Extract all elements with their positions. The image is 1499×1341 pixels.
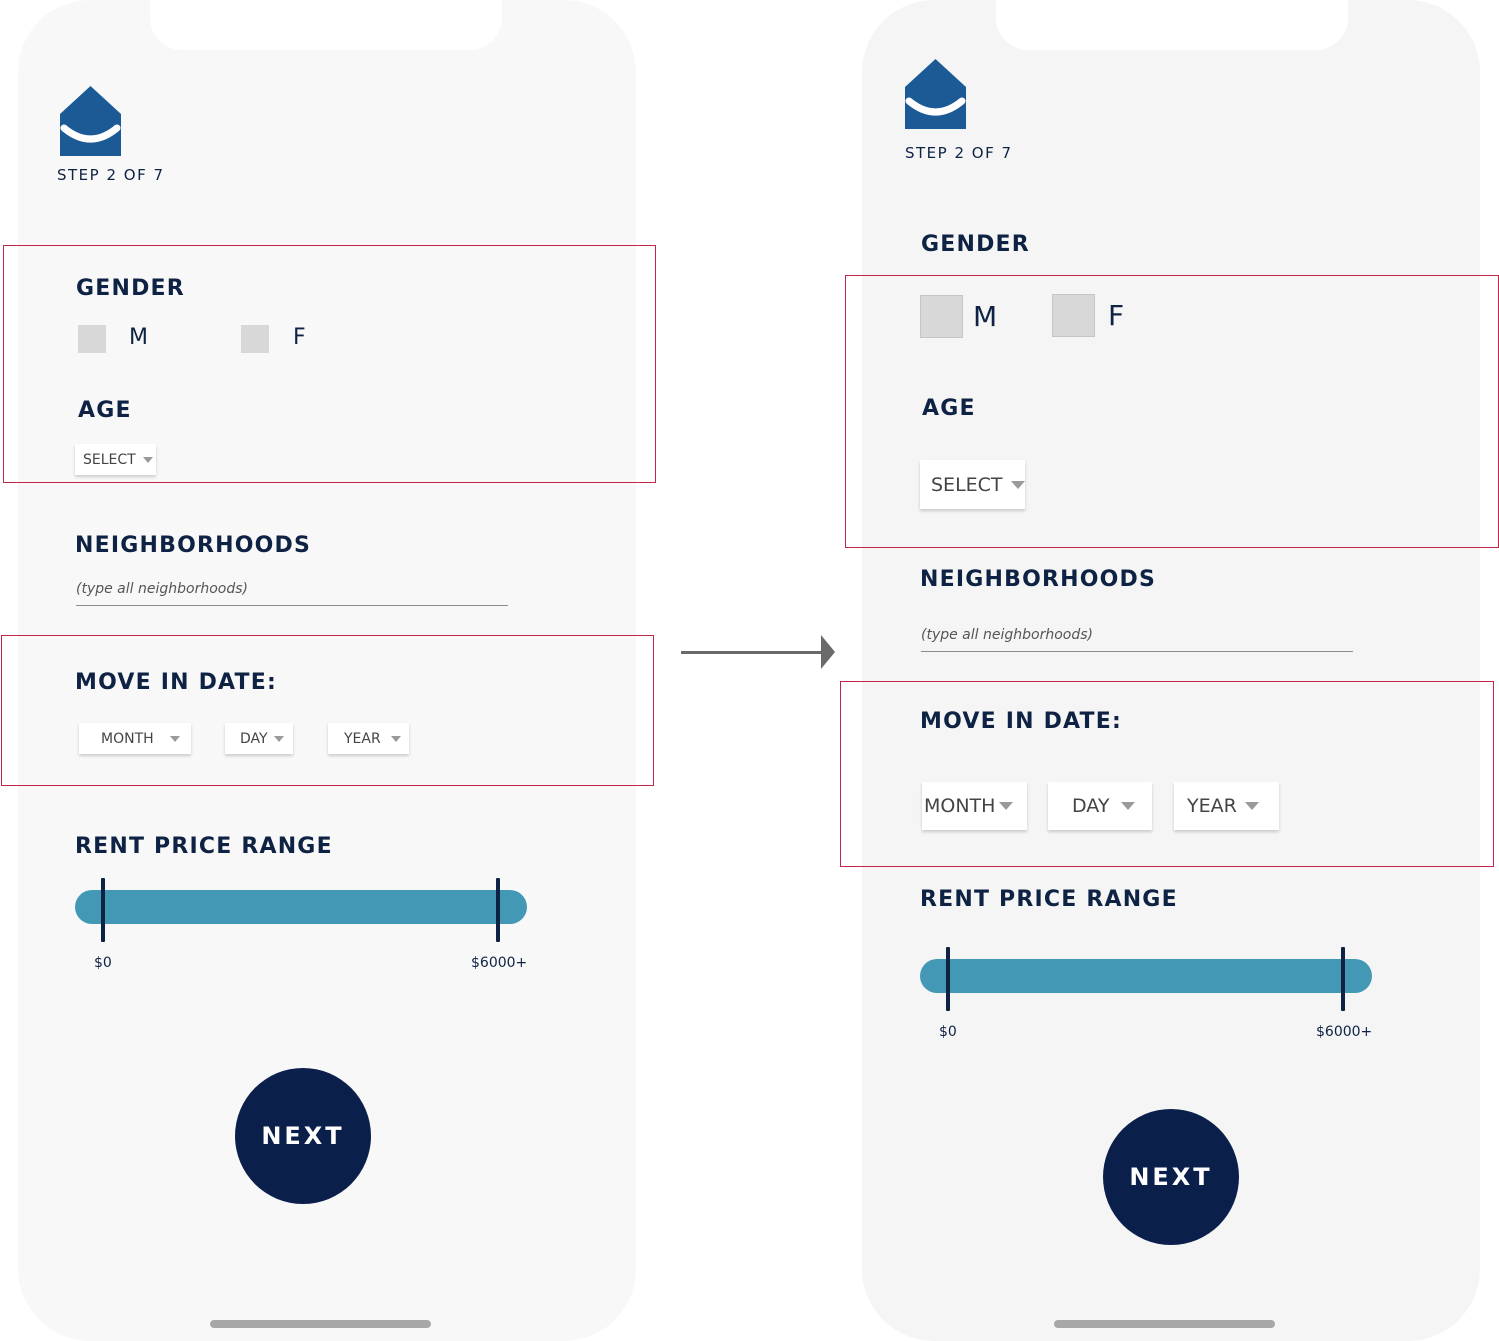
rent-slider-track[interactable] — [75, 890, 527, 924]
month-select[interactable]: MONTH — [922, 782, 1027, 830]
year-select-label: YEAR — [344, 730, 381, 747]
home-indicator — [1054, 1320, 1275, 1328]
gender-title: GENDER — [76, 276, 185, 301]
age-select-label: SELECT — [931, 473, 1003, 496]
gender-m-checkbox[interactable] — [920, 295, 963, 338]
next-button[interactable]: NEXT — [1103, 1109, 1239, 1245]
caret-down-icon — [999, 802, 1014, 810]
neighborhoods-title: NEIGHBORHOODS — [920, 567, 1157, 592]
age-select[interactable]: SELECT — [75, 444, 156, 475]
house-smile-icon — [60, 86, 121, 156]
rent-title: RENT PRICE RANGE — [75, 834, 333, 859]
age-title: AGE — [922, 396, 976, 421]
caret-down-icon — [273, 735, 284, 742]
next-button[interactable]: NEXT — [235, 1068, 371, 1204]
rent-min-label: $0 — [94, 955, 112, 971]
neighborhoods-title: NEIGHBORHOODS — [75, 533, 312, 558]
phone-after: STEP 2 OF 7 GENDER M F AGE SELECT NEIGHB… — [862, 0, 1480, 1341]
arrow-right-head — [821, 635, 835, 669]
gender-f-checkbox[interactable] — [241, 325, 269, 353]
rent-title: RENT PRICE RANGE — [920, 887, 1178, 912]
phone-notch — [996, 0, 1348, 50]
year-select[interactable]: YEAR — [1174, 782, 1279, 830]
home-indicator — [210, 1320, 431, 1328]
move-in-title: MOVE IN DATE: — [75, 670, 277, 695]
neighborhoods-input[interactable] — [76, 578, 508, 606]
gender-m-label: M — [973, 300, 998, 333]
rent-slider-track[interactable] — [920, 959, 1372, 993]
year-select-label: YEAR — [1187, 795, 1237, 817]
gender-f-label: F — [1108, 299, 1125, 332]
age-title: AGE — [78, 398, 132, 423]
age-select[interactable]: SELECT — [920, 460, 1025, 509]
rent-slider-min-handle[interactable] — [101, 878, 105, 942]
month-select[interactable]: MONTH — [79, 723, 191, 754]
rent-max-label: $6000+ — [1316, 1024, 1373, 1040]
step-indicator: STEP 2 OF 7 — [57, 166, 165, 184]
caret-down-icon — [1010, 480, 1025, 489]
year-select[interactable]: YEAR — [328, 723, 409, 754]
day-select[interactable]: DAY — [1048, 782, 1152, 830]
move-in-title: MOVE IN DATE: — [920, 709, 1122, 734]
step-indicator: STEP 2 OF 7 — [905, 144, 1013, 162]
rent-slider-max-handle[interactable] — [1341, 947, 1345, 1011]
caret-down-icon — [1121, 802, 1136, 810]
rent-slider-max-handle[interactable] — [496, 878, 500, 942]
rent-slider-min-handle[interactable] — [946, 947, 950, 1011]
gender-m-checkbox[interactable] — [78, 325, 106, 353]
day-select-label: DAY — [1072, 795, 1110, 817]
gender-title: GENDER — [921, 232, 1030, 257]
gender-m-label: M — [129, 325, 148, 350]
phone-notch — [150, 0, 502, 50]
gender-f-label: F — [293, 325, 306, 350]
day-select[interactable]: DAY — [225, 723, 293, 754]
caret-down-icon — [169, 735, 180, 742]
caret-down-icon — [390, 735, 401, 742]
caret-down-icon — [142, 456, 153, 463]
day-select-label: DAY — [240, 730, 268, 747]
arrow-right-icon — [681, 651, 823, 654]
rent-min-label: $0 — [939, 1024, 957, 1040]
rent-max-label: $6000+ — [471, 955, 528, 971]
month-select-label: MONTH — [924, 795, 996, 817]
age-select-label: SELECT — [83, 451, 136, 468]
gender-f-checkbox[interactable] — [1052, 294, 1095, 337]
phone-before: STEP 2 OF 7 GENDER M F AGE SELECT NEIGHB… — [18, 0, 636, 1341]
month-select-label: MONTH — [101, 730, 154, 747]
neighborhoods-input[interactable] — [921, 624, 1353, 652]
house-smile-icon — [905, 59, 966, 129]
caret-down-icon — [1244, 802, 1259, 810]
